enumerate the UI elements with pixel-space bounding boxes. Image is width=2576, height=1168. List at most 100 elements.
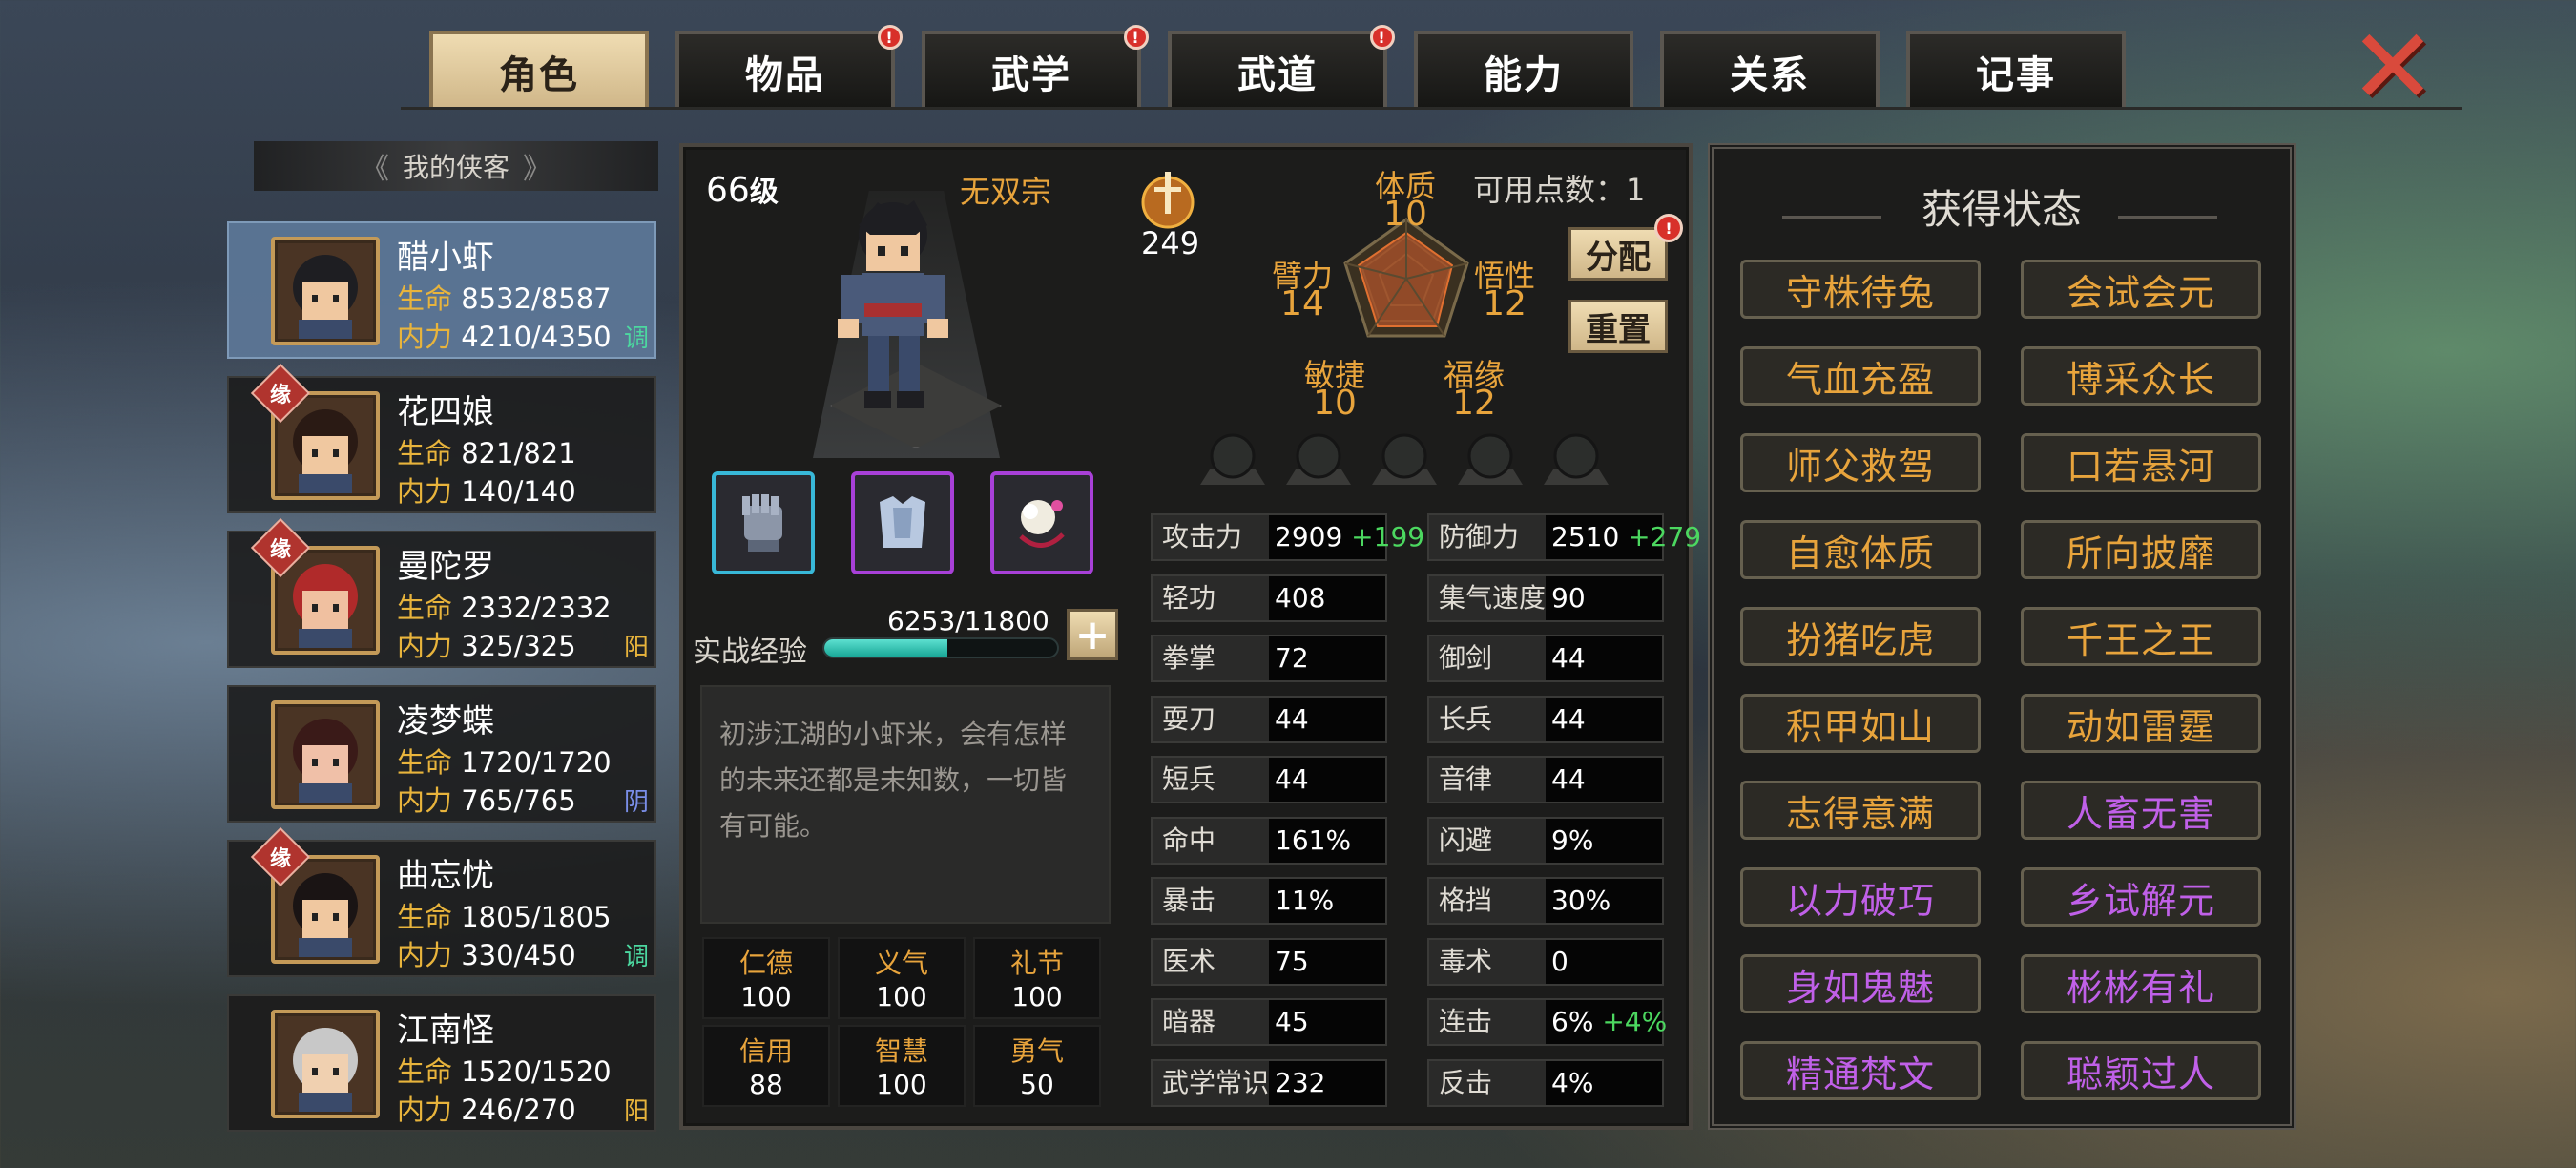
virtue-label: 智慧 <box>874 1035 928 1067</box>
character-hp: 生命 1805/1805 <box>397 895 612 935</box>
roster-card[interactable]: 醋小虾 生命 8532/8587 内力 4210/4350 调 <box>227 221 656 359</box>
character-name: 江南怪 <box>397 1012 494 1050</box>
attribute-row: 轻功 408 <box>1151 574 1387 622</box>
roster-card[interactable]: 缘曲忘忧 生命 1805/1805 内力 330/450 调 <box>227 826 656 977</box>
attribute-row: 御剑 44 <box>1427 635 1664 682</box>
equip-slot-accessory[interactable] <box>990 471 1093 574</box>
hp-label: 生命 <box>397 901 453 933</box>
virtue-value: 88 <box>749 1069 783 1100</box>
attribute-label: 命中 <box>1153 818 1269 863</box>
character-name: 曲忘忧 <box>397 857 494 895</box>
buff-badge[interactable]: 积甲如山 <box>1740 694 1981 753</box>
buff-badge[interactable]: 博采众长 <box>2021 346 2261 406</box>
roster-card[interactable]: 缘曼陀罗 生命 2332/2332 内力 325/325 阳 <box>227 517 656 668</box>
character-tag: 阳 <box>623 634 649 662</box>
orb-slot-icon[interactable] <box>1454 431 1527 489</box>
attribute-label: 长兵 <box>1429 697 1546 741</box>
close-icon[interactable]: ✕ <box>2347 14 2439 119</box>
attribute-label: 连击 <box>1429 1000 1546 1044</box>
tab-label: 关系 <box>1730 53 1810 97</box>
attribute-number: 408 <box>1275 581 1326 614</box>
buff-badge[interactable]: 千王之王 <box>2021 607 2261 666</box>
virtue-value: 50 <box>1020 1069 1054 1100</box>
buff-badge[interactable]: 志得意满 <box>1740 781 1981 840</box>
buff-badge[interactable]: 乡试解元 <box>2021 867 2261 927</box>
attribute-row: 暗器 45 <box>1151 998 1387 1046</box>
tab-relations[interactable]: 关系 <box>1660 31 1880 109</box>
tab-label: 能力 <box>1484 53 1564 97</box>
buff-badge[interactable]: 人畜无害 <box>2021 781 2261 840</box>
equip-slot-armor[interactable] <box>851 471 954 574</box>
virtue-label: 勇气 <box>1009 1035 1064 1067</box>
tab-martial-way[interactable]: 武道! <box>1168 25 1395 109</box>
tab-journal[interactable]: 记事 <box>1906 31 2126 109</box>
orb-slot-icon[interactable] <box>1282 431 1355 489</box>
tab-label: 角色 <box>499 53 579 97</box>
equip-slot-gloves[interactable] <box>712 471 815 574</box>
reset-button[interactable]: 重置 <box>1568 300 1668 353</box>
buff-badge[interactable]: 精通梵文 <box>1740 1041 1981 1100</box>
orb-slot-icon[interactable] <box>1196 431 1269 489</box>
attribute-value: 2909 +199 <box>1269 515 1424 559</box>
attribute-value: 9% <box>1546 818 1662 863</box>
attribute-value: 75 <box>1269 939 1385 984</box>
avatar <box>271 700 380 809</box>
buff-badge[interactable]: 彬彬有礼 <box>2021 954 2261 1013</box>
mp-value: 246/270 <box>461 1094 576 1126</box>
buff-badge[interactable]: 气血充盈 <box>1740 346 1981 406</box>
attribute-label: 武学常识 <box>1153 1060 1269 1105</box>
avatar <box>271 1010 380 1118</box>
orb-slot-icon[interactable] <box>1540 431 1612 489</box>
attribute-label: 反击 <box>1429 1060 1546 1105</box>
tab-character[interactable]: 角色 <box>429 31 649 109</box>
buff-badge[interactable]: 自愈体质 <box>1740 520 1981 579</box>
virtue-value: 100 <box>1011 981 1063 1012</box>
buff-badge[interactable]: 师父救驾 <box>1740 433 1981 492</box>
hp-value: 1520/1520 <box>461 1055 612 1088</box>
buff-badge[interactable]: 身如鬼魅 <box>1740 954 1981 1013</box>
chevron-left-icon: 《 <box>360 153 389 186</box>
attribute-number: 232 <box>1275 1066 1326 1098</box>
attribute-label: 暴击 <box>1153 879 1269 923</box>
hp-label: 生命 <box>397 592 453 624</box>
roster-card[interactable]: 凌梦蝶 生命 1720/1720 内力 765/765 阴 <box>227 685 656 823</box>
hp-value: 821/821 <box>461 437 576 469</box>
tab-items[interactable]: 物品! <box>675 25 903 109</box>
armor-icon <box>880 496 925 548</box>
buff-badge[interactable]: 动如雷霆 <box>2021 694 2261 753</box>
hp-value: 2332/2332 <box>461 592 612 624</box>
roster-card[interactable]: 江南怪 生命 1520/1520 内力 246/270 阳 <box>227 994 656 1132</box>
character-tag: 阴 <box>623 788 649 817</box>
attribute-number: 44 <box>1551 642 1586 674</box>
stat-luck-value: 12 <box>1452 384 1496 423</box>
gauntlet-icon <box>742 494 782 552</box>
attribute-value: 4% <box>1546 1060 1662 1105</box>
attribute-value: 44 <box>1546 697 1662 741</box>
buff-badge[interactable]: 守株待兔 <box>1740 260 1981 319</box>
tab-label: 武学 <box>991 53 1071 97</box>
mp-value: 4210/4350 <box>461 321 612 353</box>
orb-slot-icon[interactable] <box>1368 431 1441 489</box>
attribute-row: 攻击力 2909 +199 <box>1151 513 1424 561</box>
buff-badge[interactable]: 以力破巧 <box>1740 867 1981 927</box>
buff-badge[interactable]: 扮猪吃虎 <box>1740 607 1981 666</box>
buff-badge[interactable]: 会试会元 <box>2021 260 2261 319</box>
exp-progress-bar <box>822 637 1059 658</box>
roster-card[interactable]: 缘花四娘 生命 821/821 内力 140/140 <box>227 363 656 513</box>
tab-martial-arts[interactable]: 武学! <box>922 25 1149 109</box>
buff-badge[interactable]: 聪颖过人 <box>2021 1041 2261 1100</box>
attribute-row: 长兵 44 <box>1427 695 1664 743</box>
buff-badge[interactable]: 所向披靡 <box>2021 520 2261 579</box>
attribute-label: 短兵 <box>1153 758 1269 802</box>
tab-abilities[interactable]: 能力 <box>1414 31 1633 109</box>
mp-value: 330/450 <box>461 939 576 971</box>
attribute-bonus: +4% <box>1602 1006 1668 1037</box>
buff-badge[interactable]: 口若悬河 <box>2021 433 2261 492</box>
add-exp-button[interactable]: + <box>1067 609 1118 660</box>
attribute-row: 短兵 44 <box>1151 756 1387 803</box>
virtue-cell: 礼节 100 <box>973 937 1101 1019</box>
allocate-button[interactable]: 分配 <box>1568 227 1668 281</box>
chevron-right-icon: 》 <box>523 153 551 186</box>
attribute-value: 11% <box>1269 879 1385 923</box>
attribute-value: 44 <box>1269 758 1385 802</box>
